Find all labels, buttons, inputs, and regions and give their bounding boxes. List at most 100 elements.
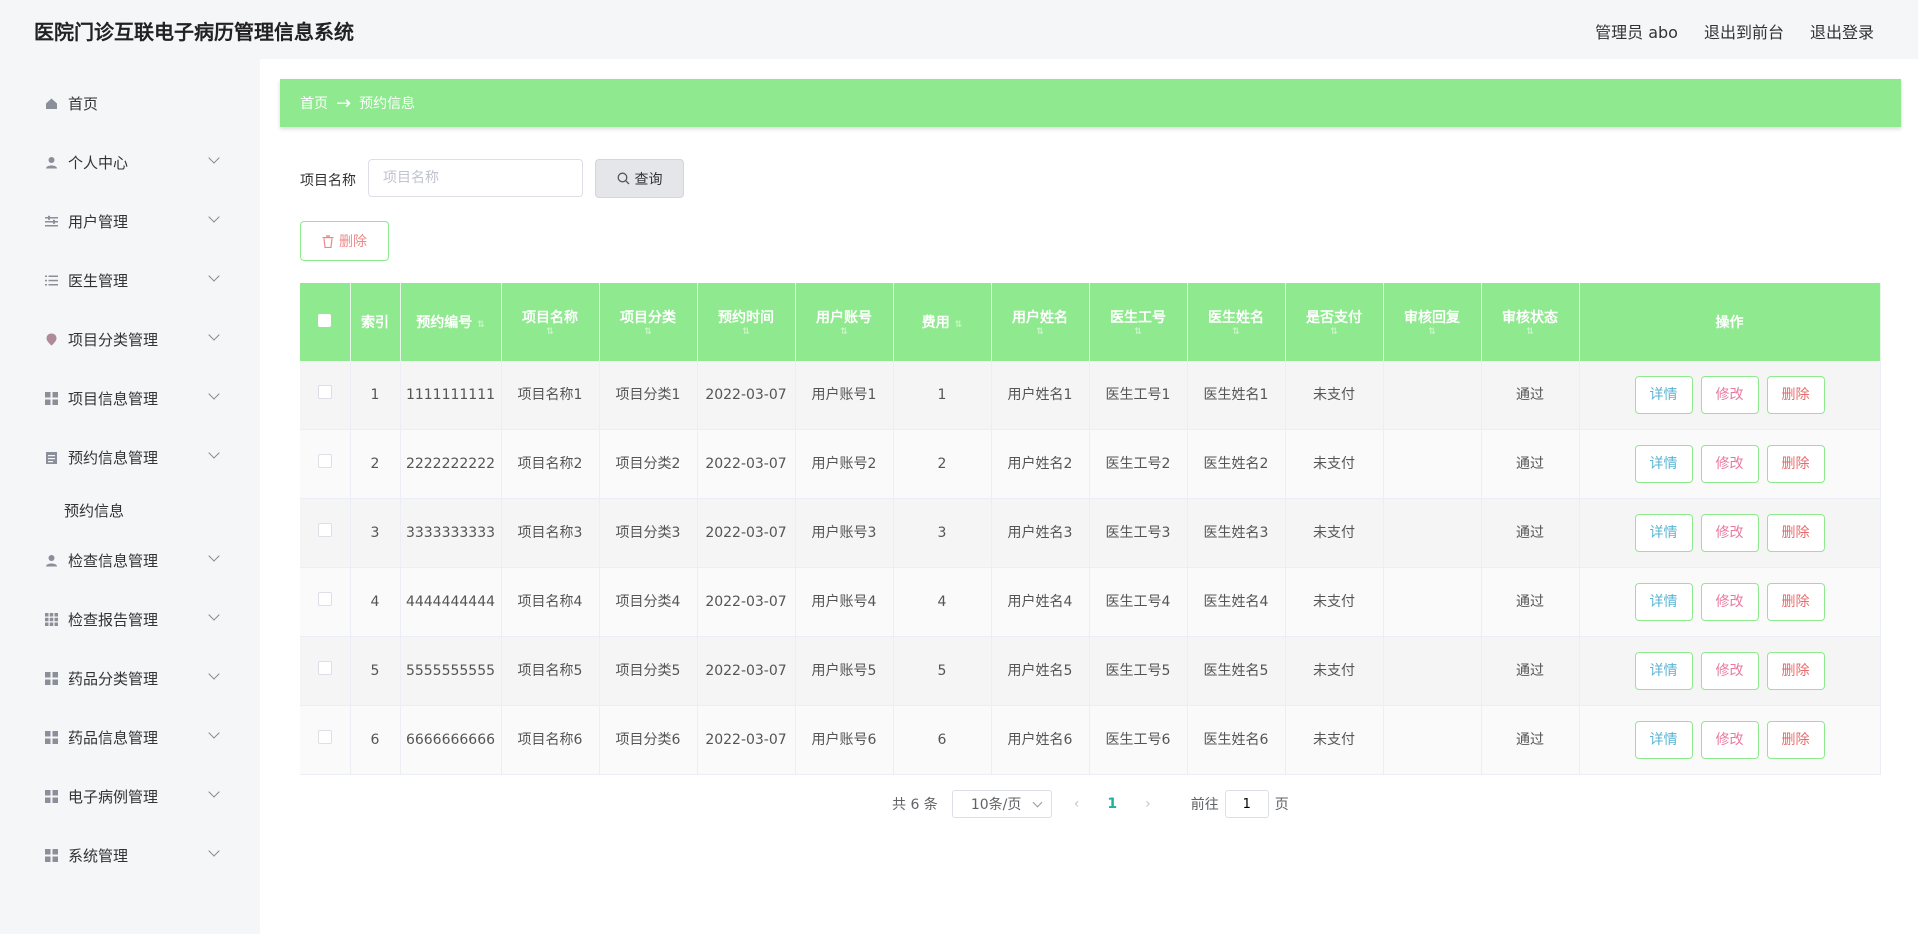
delete-button[interactable]: 删除 bbox=[1766, 721, 1825, 759]
delete-button[interactable]: 删除 bbox=[1766, 376, 1825, 414]
breadcrumb-home[interactable]: 首页 bbox=[300, 93, 328, 113]
page-size-select[interactable]: 10条/页 bbox=[951, 790, 1052, 818]
header-paid[interactable]: 是否支付 ⇅ bbox=[1285, 283, 1384, 361]
row-checkbox[interactable] bbox=[317, 592, 332, 606]
sidebar-item-drug-info[interactable]: 药品信息管理 bbox=[44, 722, 224, 752]
cell-reply bbox=[1383, 498, 1482, 568]
appointment-table: 索引 预约编号 ⇅ 项目名称 ⇅ 项目分类 ⇅ 预约时间 ⇅ 用户账号 ⇅ 费用 ⇅ 用… bbox=[300, 283, 1881, 775]
header-status[interactable]: 审核状态 ⇅ bbox=[1481, 283, 1580, 361]
detail-button[interactable]: 详情 bbox=[1634, 514, 1693, 552]
admin-user-label[interactable]: 管理员 abo bbox=[1595, 19, 1678, 43]
detail-button[interactable]: 详情 bbox=[1634, 445, 1693, 483]
delete-button[interactable]: 删除 bbox=[1766, 514, 1825, 552]
bulk-delete-button[interactable]: 删除 bbox=[300, 221, 389, 261]
sort-icon[interactable]: ⇅ bbox=[796, 327, 893, 337]
sidebar-item-appointment[interactable]: 预约信息管理 bbox=[44, 442, 224, 472]
sidebar-item-home[interactable]: 首页 bbox=[44, 88, 224, 118]
main-content: 首页 → 预约信息 项目名称 查询 删除 索引 预约编号 ⇅ 项目名称⇅ 项目分… bbox=[260, 59, 1918, 934]
row-select[interactable] bbox=[300, 567, 351, 637]
prev-page-button[interactable]: ‹ bbox=[1074, 796, 1080, 812]
logout-link[interactable]: 退出登录 bbox=[1810, 19, 1874, 43]
delete-button[interactable]: 删除 bbox=[1766, 652, 1825, 690]
row-checkbox[interactable] bbox=[317, 454, 332, 468]
chevron-down-icon bbox=[208, 786, 220, 798]
sidebar-item-label: 药品信息管理 bbox=[68, 728, 159, 747]
detail-button[interactable]: 详情 bbox=[1634, 583, 1693, 621]
grid-icon bbox=[44, 671, 58, 685]
row-select[interactable] bbox=[300, 705, 351, 775]
row-checkbox[interactable] bbox=[317, 385, 332, 399]
delete-button[interactable]: 删除 bbox=[1766, 583, 1825, 621]
pagination-total: 共 6 条 bbox=[892, 797, 938, 813]
sidebar-item-project-category[interactable]: 项目分类管理 bbox=[44, 324, 224, 354]
header-doc-no[interactable]: 医生工号 ⇅ bbox=[1089, 283, 1188, 361]
sort-icon[interactable]: ⇅ bbox=[477, 320, 485, 330]
sidebar-item-drug-category[interactable]: 药品分类管理 bbox=[44, 663, 224, 693]
header-project[interactable]: 项目名称 ⇅ bbox=[501, 283, 600, 361]
header-code[interactable]: 预约编号 ⇅ bbox=[400, 283, 502, 361]
sidebar-item-system[interactable]: 系统管理 bbox=[44, 840, 224, 870]
sort-icon[interactable]: ⇅ bbox=[1384, 327, 1481, 337]
header-category[interactable]: 项目分类 ⇅ bbox=[599, 283, 698, 361]
sidebar-item-project-info[interactable]: 项目信息管理 bbox=[44, 383, 224, 413]
sidebar-item-doctor-management[interactable]: 医生管理 bbox=[44, 265, 224, 295]
sort-icon[interactable]: ⇅ bbox=[600, 327, 697, 337]
exit-to-front-link[interactable]: 退出到前台 bbox=[1704, 19, 1784, 43]
sort-icon[interactable]: ⇅ bbox=[992, 327, 1089, 337]
sidebar-item-exam-info[interactable]: 检查信息管理 bbox=[44, 545, 224, 575]
header-reply[interactable]: 审核回复 ⇅ bbox=[1383, 283, 1482, 361]
cell-paid: 未支付 bbox=[1285, 429, 1384, 499]
header-select-all[interactable] bbox=[300, 283, 351, 361]
sort-icon[interactable]: ⇅ bbox=[1286, 327, 1383, 337]
cell-fee: 2 bbox=[893, 429, 992, 499]
edit-button[interactable]: 修改 bbox=[1700, 721, 1759, 759]
detail-button[interactable]: 详情 bbox=[1634, 721, 1693, 759]
edit-button[interactable]: 修改 bbox=[1700, 514, 1759, 552]
row-checkbox[interactable] bbox=[317, 523, 332, 537]
header-name[interactable]: 用户姓名 ⇅ bbox=[991, 283, 1090, 361]
edit-button[interactable]: 修改 bbox=[1700, 583, 1759, 621]
header-reply-label: 审核回复 bbox=[1404, 310, 1460, 326]
sidebar-item-label: 药品分类管理 bbox=[68, 669, 159, 688]
search-input[interactable] bbox=[368, 159, 583, 197]
search-button[interactable]: 查询 bbox=[595, 159, 684, 198]
sort-icon[interactable]: ⇅ bbox=[698, 327, 795, 337]
next-page-button[interactable]: › bbox=[1145, 796, 1151, 812]
detail-button[interactable]: 详情 bbox=[1634, 652, 1693, 690]
sidebar-item-personal-center[interactable]: 个人中心 bbox=[44, 147, 224, 177]
edit-button[interactable]: 修改 bbox=[1700, 376, 1759, 414]
header-fee[interactable]: 费用 ⇅ bbox=[893, 283, 992, 361]
page-number-current[interactable]: 1 bbox=[1107, 796, 1117, 812]
header-time[interactable]: 预约时间 ⇅ bbox=[697, 283, 796, 361]
row-checkbox[interactable] bbox=[317, 730, 332, 744]
edit-button[interactable]: 修改 bbox=[1700, 445, 1759, 483]
sort-icon[interactable]: ⇅ bbox=[1188, 327, 1285, 337]
edit-button[interactable]: 修改 bbox=[1700, 652, 1759, 690]
detail-button[interactable]: 详情 bbox=[1634, 376, 1693, 414]
sidebar-subitem-appointment-info[interactable]: 预约信息 bbox=[64, 500, 124, 521]
sort-icon[interactable]: ⇅ bbox=[955, 320, 963, 330]
sidebar-item-user-management[interactable]: 用户管理 bbox=[44, 206, 224, 236]
sidebar-item-exam-report[interactable]: 检查报告管理 bbox=[44, 604, 224, 634]
sort-icon[interactable]: ⇅ bbox=[502, 327, 599, 337]
sidebar-item-emr[interactable]: 电子病例管理 bbox=[44, 781, 224, 811]
row-select[interactable] bbox=[300, 498, 351, 568]
header-account[interactable]: 用户账号 ⇅ bbox=[795, 283, 894, 361]
select-all-checkbox[interactable] bbox=[318, 313, 332, 327]
header-doc-no-label: 医生工号 bbox=[1110, 310, 1166, 326]
header-doc-name[interactable]: 医生姓名 ⇅ bbox=[1187, 283, 1286, 361]
header-project-label: 项目名称 bbox=[522, 310, 578, 326]
sort-icon[interactable]: ⇅ bbox=[1482, 327, 1579, 337]
row-select[interactable] bbox=[300, 361, 351, 430]
cell-project: 项目名称2 bbox=[501, 429, 600, 499]
sort-icon[interactable]: ⇅ bbox=[1090, 327, 1187, 337]
grid-icon bbox=[44, 391, 58, 405]
row-select[interactable] bbox=[300, 636, 351, 706]
search-icon bbox=[617, 172, 629, 185]
row-checkbox[interactable] bbox=[317, 661, 332, 675]
row-select[interactable] bbox=[300, 429, 351, 499]
cell-doc-no: 医生工号6 bbox=[1089, 705, 1188, 775]
goto-page-input[interactable] bbox=[1224, 790, 1269, 818]
cell-reply bbox=[1383, 429, 1482, 499]
delete-button[interactable]: 删除 bbox=[1766, 445, 1825, 483]
